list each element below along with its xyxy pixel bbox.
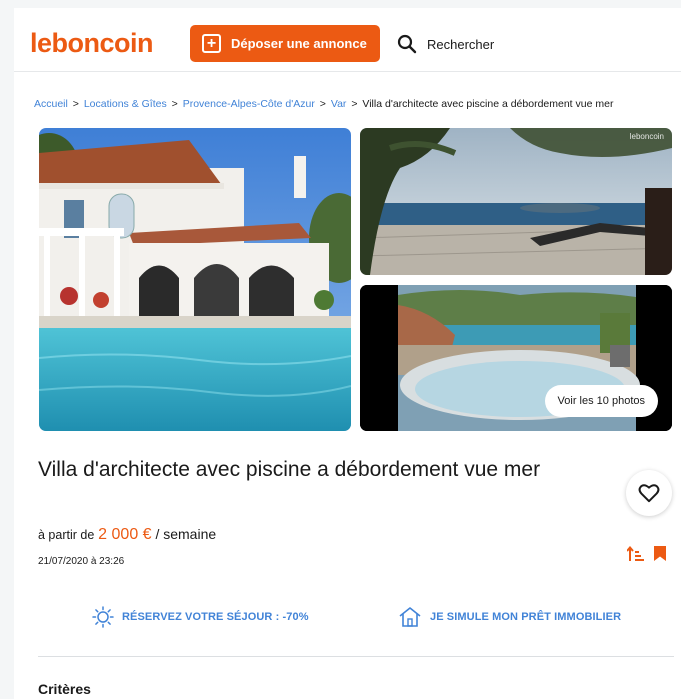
services-bar: RÉSERVEZ VOTRE SÉJOUR : -70% JE SIMULE M… [14,606,681,636]
criteria-heading: Critères [38,681,91,697]
loan-label: JE SIMULE MON PRÊT IMMOBILIER [430,611,622,623]
price-row: à partir de 2 000 € / semaine [38,526,216,544]
top-header: leboncoin + Déposer une annonce Recherch… [14,8,681,72]
favorite-button[interactable] [626,470,672,516]
plus-icon: + [202,34,221,53]
listing-page: leboncoin + Déposer une annonce Recherch… [14,8,681,699]
price-amount: 2 000 € [98,526,152,543]
breadcrumb-home[interactable]: Accueil [34,98,68,110]
search-button[interactable]: Rechercher [397,30,494,58]
booking-label: RÉSERVEZ VOTRE SÉJOUR : -70% [122,611,309,623]
sun-icon [92,606,114,628]
view-all-photos-button[interactable]: Voir les 10 photos [544,385,658,417]
breadcrumb-separator: > [351,98,358,110]
sea-view-photo[interactable]: leboncoin [360,128,672,275]
breadcrumb-locations[interactable]: Locations & Gîtes [84,98,167,110]
post-ad-button[interactable]: + Déposer une annonce [190,25,380,62]
sea-terrace-image [360,128,672,275]
main-photo[interactable] [39,128,351,431]
villa-pool-image [39,128,351,431]
search-icon [397,34,417,54]
house-icon [399,607,421,627]
breadcrumb-region[interactable]: Provence-Alpes-Côte d'Azur [183,98,315,110]
booking-link[interactable]: RÉSERVEZ VOTRE SÉJOUR : -70% [92,606,309,628]
breadcrumb-separator: > [319,98,326,110]
breadcrumb-department[interactable]: Var [331,98,347,110]
price-suffix: / semaine [155,526,217,542]
bookmark-icon[interactable] [653,545,667,562]
listing-title: Villa d'architecte avec piscine a débord… [38,458,541,481]
breadcrumb-separator: > [171,98,178,110]
post-ad-label: Déposer une annonce [231,36,367,51]
leboncoin-logo[interactable]: leboncoin [30,28,154,58]
jacuzzi-photo[interactable]: Voir les 10 photos [360,285,672,431]
breadcrumb-separator: > [72,98,79,110]
section-divider [38,656,674,657]
heart-icon [638,484,660,503]
view-all-photos-label: Voir les 10 photos [557,395,645,407]
listing-actions [627,545,667,562]
breadcrumb-current: Villa d'architecte avec piscine a débord… [362,98,614,110]
watermark: leboncoin [629,132,664,141]
breadcrumb: Accueil > Locations & Gîtes > Provence-A… [34,98,674,110]
price-prefix: à partir de [38,528,95,542]
search-label: Rechercher [427,36,495,52]
loan-simulation-link[interactable]: JE SIMULE MON PRÊT IMMOBILIER [398,606,621,628]
sort-icon[interactable] [627,545,645,562]
publication-date: 21/07/2020 à 23:26 [38,556,125,567]
